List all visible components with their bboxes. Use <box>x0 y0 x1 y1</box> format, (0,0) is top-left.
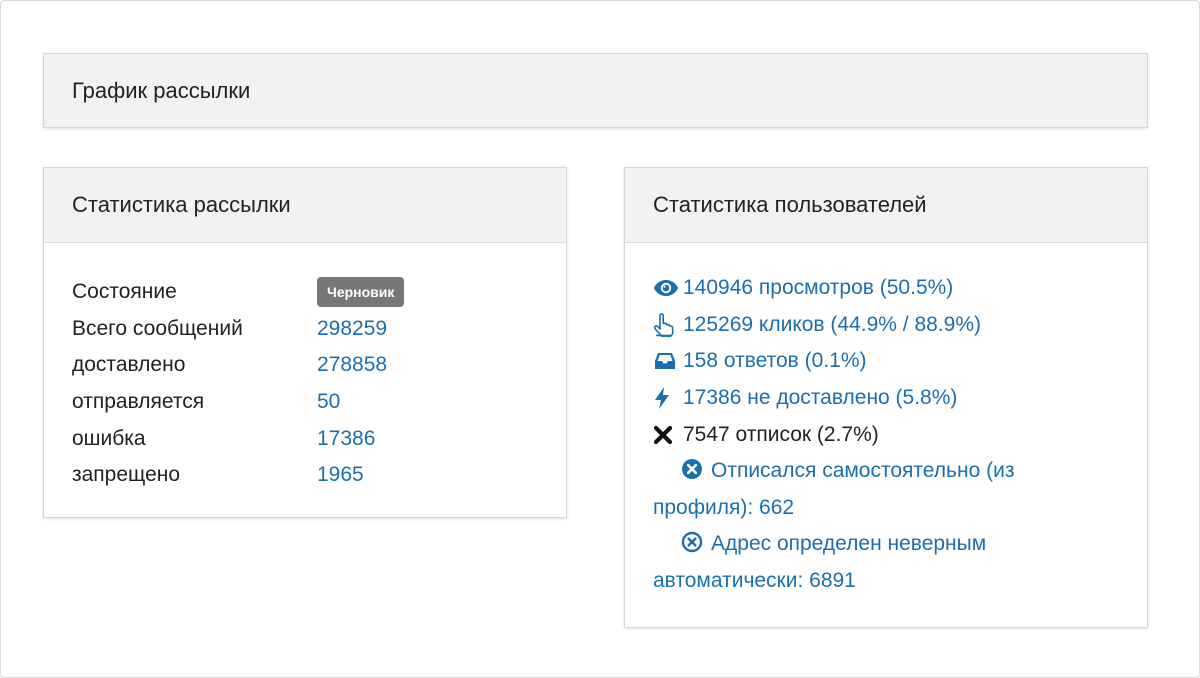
undelivered-link[interactable]: 17386 не доставлено (5.8%) <box>653 380 1123 417</box>
mailing-stats-panel: Статистика рассылки Состояние Черновик В… <box>43 167 567 518</box>
stat-label: ошибка <box>72 426 146 450</box>
stat-label: доставлено <box>72 353 186 377</box>
stat-value-link[interactable]: 298259 <box>317 317 387 341</box>
unsubscribes-text: 7547 отписок (2.7%) <box>683 422 879 446</box>
inbox-icon <box>653 351 683 371</box>
stat-value-link[interactable]: 17386 <box>317 427 375 451</box>
undelivered-text: 17386 не доставлено (5.8%) <box>683 386 958 410</box>
circle-x-filled-icon <box>681 458 711 480</box>
chart-panel: График рассылки <box>43 53 1148 128</box>
stat-row-forbidden: запрещено 1965 <box>72 457 404 494</box>
auto-invalid-text-2: автоматически: 6891 <box>653 568 856 592</box>
self-unsubscribe-text-2: профиля): 662 <box>653 495 795 519</box>
views-text: 140946 просмотров (50.5%) <box>683 276 954 300</box>
stat-label: запрещено <box>72 463 181 487</box>
self-unsubscribe-text-1: Отписался самостоятельно (из <box>711 458 1015 482</box>
mailing-stats-table: Состояние Черновик Всего сообщений 29825… <box>72 274 405 494</box>
stat-label: Состояние <box>72 280 177 304</box>
eye-icon <box>653 279 683 297</box>
stat-row-delivered: доставлено 278858 <box>72 347 404 384</box>
stat-row-total: Всего сообщений 298259 <box>72 311 404 348</box>
unsubscribes-row: 7547 отписок (2.7%) <box>653 416 1123 453</box>
auto-invalid-link[interactable]: Адрес определен неверным автоматически: … <box>653 526 1123 599</box>
stat-row-sending: отправляется 50 <box>72 384 404 421</box>
stat-row-status: Состояние Черновик <box>72 274 405 311</box>
page-frame: График рассылки Статистика рассылки Сост… <box>0 0 1200 678</box>
chart-panel-title: График рассылки <box>44 54 1147 127</box>
clicks-link[interactable]: 125269 кликов (44.9% / 88.9%) <box>653 307 1123 344</box>
views-link[interactable]: 140946 просмотров (50.5%) <box>653 270 1123 307</box>
clicks-text: 125269 кликов (44.9% / 88.9%) <box>683 312 981 336</box>
user-stats-title: Статистика пользователей <box>625 168 1147 243</box>
bolt-icon <box>653 386 683 410</box>
user-stats-panel: Статистика пользователей 140946 просмотр… <box>624 167 1148 628</box>
self-unsubscribe-link[interactable]: Отписался самостоятельно (из профиля): 6… <box>653 453 1123 526</box>
pointer-hand-icon <box>653 312 683 337</box>
stat-value-link[interactable]: 50 <box>317 390 340 414</box>
stat-value-link[interactable]: 1965 <box>317 463 364 487</box>
auto-invalid-text-1: Адрес определен неверным <box>711 532 987 556</box>
stat-row-error: ошибка 17386 <box>72 420 404 457</box>
mailing-stats-title: Статистика рассылки <box>44 168 566 243</box>
replies-text: 158 ответов (0.1%) <box>683 349 867 373</box>
user-stats-list: 140946 просмотров (50.5%) 125269 кликов … <box>653 270 1123 599</box>
stat-label: Всего сообщений <box>72 316 243 340</box>
status-badge: Черновик <box>317 277 405 308</box>
circle-x-outline-icon <box>681 531 711 553</box>
stat-label: отправляется <box>72 390 205 414</box>
stat-value-link[interactable]: 278858 <box>317 353 387 377</box>
replies-link[interactable]: 158 ответов (0.1%) <box>653 343 1123 380</box>
x-mark-icon <box>653 425 683 445</box>
